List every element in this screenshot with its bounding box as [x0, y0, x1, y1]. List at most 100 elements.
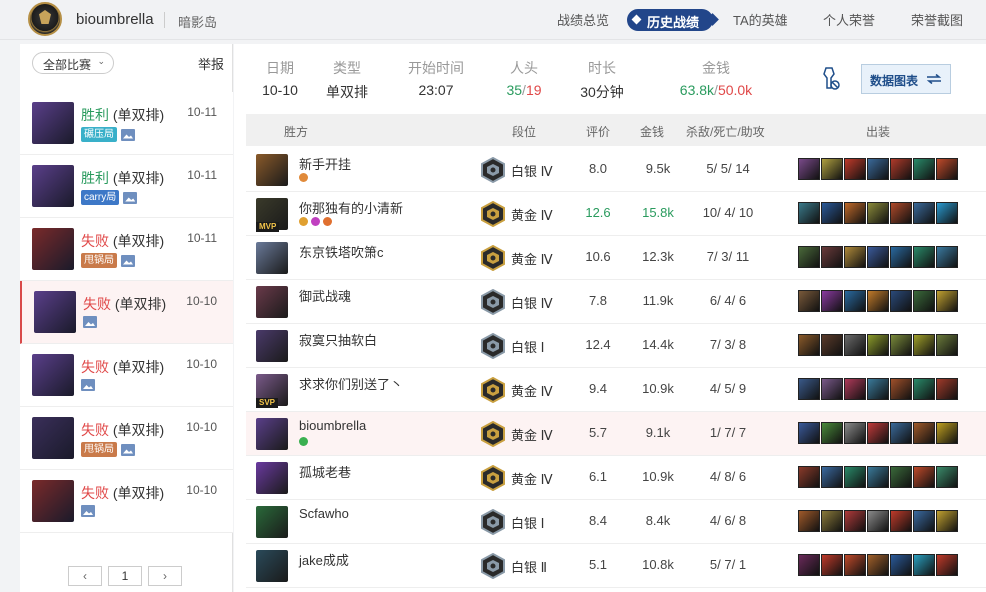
- match-list-item[interactable]: 失败 (单双排) 10-10: [20, 281, 233, 344]
- item-icon[interactable]: [844, 246, 866, 268]
- player-name[interactable]: Scfawho: [299, 506, 349, 521]
- tab-overview[interactable]: 战绩总览: [557, 10, 609, 29]
- item-icon[interactable]: [844, 334, 866, 356]
- table-row[interactable]: jake成成 白银 Ⅱ 5.1 10.8k 5/ 7/ 1: [246, 544, 986, 588]
- match-list-item[interactable]: 胜利 (单双排) 10-11 碾压局: [20, 92, 233, 155]
- item-icon[interactable]: [890, 510, 912, 532]
- item-icon[interactable]: [821, 510, 843, 532]
- item-icon[interactable]: [936, 510, 958, 532]
- item-icon[interactable]: [844, 202, 866, 224]
- item-icon[interactable]: [798, 510, 820, 532]
- screenshot-icon[interactable]: [121, 443, 135, 456]
- item-icon[interactable]: [890, 378, 912, 400]
- screenshot-icon[interactable]: [81, 379, 95, 391]
- item-icon[interactable]: [913, 202, 935, 224]
- item-icon[interactable]: [890, 246, 912, 268]
- screenshot-icon[interactable]: [123, 191, 138, 204]
- item-icon[interactable]: [798, 554, 820, 576]
- player-name[interactable]: 东京铁塔吹箫c: [299, 242, 384, 261]
- screenshot-icon[interactable]: [81, 505, 95, 517]
- item-icon[interactable]: [821, 422, 843, 444]
- player-name[interactable]: 新手开挂: [299, 154, 351, 173]
- item-icon[interactable]: [913, 554, 935, 576]
- tab-personal-honor[interactable]: 个人荣誉: [823, 10, 875, 29]
- item-icon[interactable]: [821, 290, 843, 312]
- item-icon[interactable]: [913, 158, 935, 180]
- player-name[interactable]: 寂寞只抽软白: [299, 330, 377, 349]
- item-icon[interactable]: [913, 422, 935, 444]
- item-icon[interactable]: [798, 422, 820, 444]
- match-list-item[interactable]: 失败 (单双排) 10-10 甩锅局: [20, 407, 233, 470]
- item-icon[interactable]: [913, 510, 935, 532]
- table-row[interactable]: 东京铁塔吹箫c 黄金 Ⅳ 10.6 12.3k 7/ 3/ 11: [246, 236, 986, 280]
- table-row[interactable]: 孤城老巷 黄金 Ⅳ 6.1 10.9k 4/ 8/ 6: [246, 456, 986, 500]
- tab-match-history[interactable]: 历史战绩: [627, 9, 714, 31]
- item-icon[interactable]: [913, 378, 935, 400]
- data-chart-button[interactable]: 数据图表: [861, 64, 951, 94]
- item-icon[interactable]: [867, 158, 889, 180]
- table-row[interactable]: 寂寞只抽软白 白银 Ⅰ 12.4 14.4k 7/ 3/ 8: [246, 324, 986, 368]
- item-icon[interactable]: [821, 466, 843, 488]
- player-name[interactable]: 求求你们别送了丶: [299, 374, 403, 393]
- item-icon[interactable]: [890, 202, 912, 224]
- item-icon[interactable]: [844, 554, 866, 576]
- report-link[interactable]: 举报: [198, 54, 224, 73]
- item-icon[interactable]: [844, 290, 866, 312]
- item-icon[interactable]: [913, 246, 935, 268]
- item-icon[interactable]: [913, 290, 935, 312]
- next-page-button[interactable]: ›: [148, 566, 182, 586]
- match-list-item[interactable]: 胜利 (单双排) 10-11 carry局: [20, 155, 233, 218]
- item-icon[interactable]: [798, 334, 820, 356]
- item-icon[interactable]: [936, 202, 958, 224]
- table-row[interactable]: Scfawho 白银 Ⅰ 8.4 8.4k 4/ 6/ 8: [246, 500, 986, 544]
- item-icon[interactable]: [867, 422, 889, 444]
- item-icon[interactable]: [867, 554, 889, 576]
- item-icon[interactable]: [867, 246, 889, 268]
- item-icon[interactable]: [890, 466, 912, 488]
- table-row[interactable]: MVP 你那独有的小清新 黄金 Ⅳ 12.6 15.8k 10/ 4/ 10: [246, 192, 986, 236]
- item-icon[interactable]: [936, 554, 958, 576]
- item-icon[interactable]: [936, 158, 958, 180]
- champion-icon[interactable]: [256, 462, 288, 494]
- champion-tool-icon[interactable]: [818, 66, 842, 92]
- player-name[interactable]: 御武战魂: [299, 286, 351, 305]
- champion-icon[interactable]: [256, 550, 288, 582]
- item-icon[interactable]: [798, 246, 820, 268]
- screenshot-icon[interactable]: [83, 316, 97, 328]
- table-row[interactable]: 御武战魂 白银 Ⅳ 7.8 11.9k 6/ 4/ 6: [246, 280, 986, 324]
- tab-champions[interactable]: TA的英雄: [733, 10, 788, 29]
- table-row[interactable]: 新手开挂 白银 Ⅳ 8.0 9.5k 5/ 5/ 14: [246, 148, 986, 192]
- item-icon[interactable]: [867, 334, 889, 356]
- champion-icon[interactable]: [256, 286, 288, 318]
- item-icon[interactable]: [821, 334, 843, 356]
- item-icon[interactable]: [821, 158, 843, 180]
- item-icon[interactable]: [821, 246, 843, 268]
- player-name[interactable]: bioumbrella: [299, 418, 366, 433]
- champion-icon[interactable]: [256, 154, 288, 186]
- table-row[interactable]: bioumbrella 黄金 Ⅳ 5.7 9.1k 1/ 7/ 7: [246, 412, 986, 456]
- item-icon[interactable]: [844, 422, 866, 444]
- item-icon[interactable]: [913, 466, 935, 488]
- item-icon[interactable]: [821, 554, 843, 576]
- champion-icon[interactable]: [256, 242, 288, 274]
- match-filter-dropdown[interactable]: 全部比赛 ⌄: [32, 52, 114, 74]
- item-icon[interactable]: [798, 158, 820, 180]
- current-page[interactable]: 1: [108, 566, 142, 586]
- item-icon[interactable]: [936, 466, 958, 488]
- item-icon[interactable]: [798, 378, 820, 400]
- prev-page-button[interactable]: ‹: [68, 566, 102, 586]
- item-icon[interactable]: [844, 378, 866, 400]
- item-icon[interactable]: [936, 290, 958, 312]
- item-icon[interactable]: [936, 246, 958, 268]
- tab-honor-screenshots[interactable]: 荣誉截图: [911, 10, 963, 29]
- item-icon[interactable]: [890, 334, 912, 356]
- screenshot-icon[interactable]: [121, 128, 135, 141]
- match-list-item[interactable]: 失败 (单双排) 10-11 甩锅局: [20, 218, 233, 281]
- item-icon[interactable]: [936, 334, 958, 356]
- player-name[interactable]: jake成成: [299, 550, 349, 569]
- item-icon[interactable]: [890, 422, 912, 444]
- item-icon[interactable]: [890, 290, 912, 312]
- champion-icon[interactable]: [256, 330, 288, 362]
- item-icon[interactable]: [867, 202, 889, 224]
- item-icon[interactable]: [844, 510, 866, 532]
